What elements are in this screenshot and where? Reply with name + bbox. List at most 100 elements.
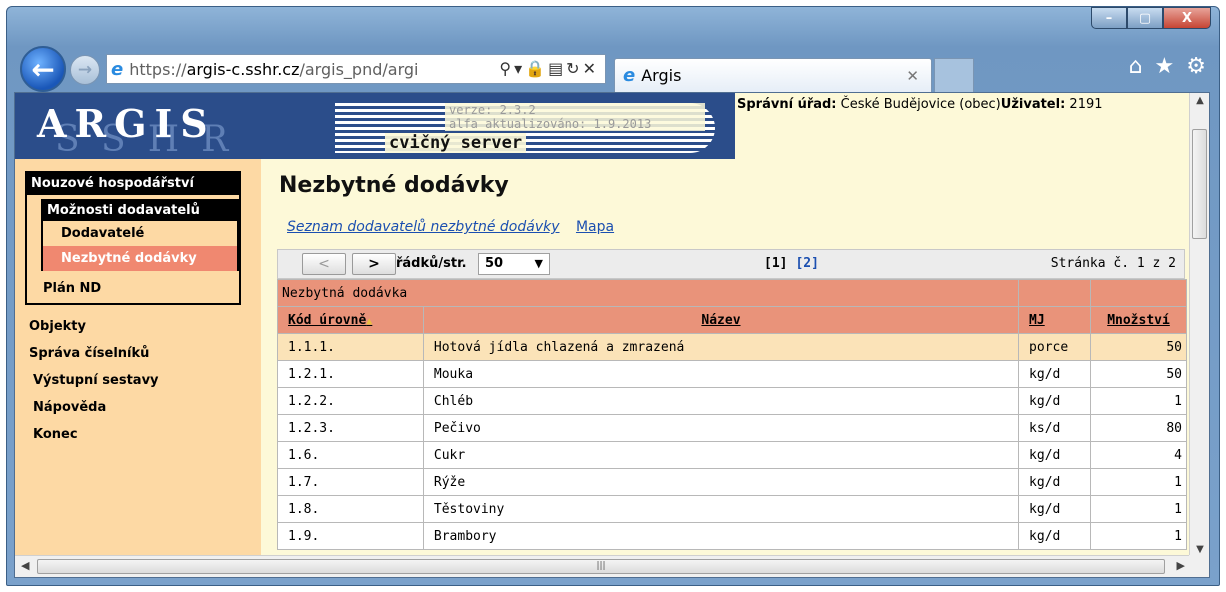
browser-tab[interactable]: e Argis ✕	[614, 58, 932, 92]
vertical-scrollbar[interactable]: ▲ ▼	[1189, 93, 1209, 557]
table-row[interactable]: 1.6. Cukr kg/d 4	[277, 441, 1187, 469]
menu-section-title[interactable]: Nouzové hospodářství	[27, 173, 239, 195]
horizontal-scrollbar[interactable]: ◀ ||| ▶	[15, 555, 1191, 577]
menu-item-napoveda[interactable]: Nápověda	[29, 400, 159, 427]
rows-per-page-value: 50	[485, 256, 504, 271]
new-tab-button[interactable]	[934, 58, 974, 92]
col-header-kod[interactable]: Kód úrovně▲	[277, 306, 424, 334]
ie-logo-icon: e	[111, 58, 124, 80]
current-page: [1]	[764, 256, 788, 271]
pager-bar: < > řádků/str. 50 ▼ [1] [2] Stránka č. 1 …	[277, 249, 1185, 279]
address-bar[interactable]: e https://argis-c.sshr.cz/argis_pnd/argi…	[106, 54, 606, 84]
scroll-left-icon[interactable]: ◀	[21, 559, 29, 572]
tab-title: Argis	[641, 66, 682, 85]
col-header-nazev[interactable]: Název	[422, 306, 1020, 334]
supplier-list-link[interactable]: Seznam dodavatelů nezbytné dodávky	[287, 219, 560, 235]
forward-button[interactable]: →	[70, 55, 100, 85]
col-header-mj[interactable]: MJ	[1018, 306, 1092, 334]
menu-item-nezbytne-dodavky[interactable]: Nezbytné dodávky	[43, 246, 237, 271]
menu-item-plan-nd[interactable]: Plán ND	[43, 281, 101, 296]
table-row[interactable]: 1.2.3. Pečivo ks/d 80	[277, 414, 1187, 442]
cell-kod: 1.2.1.	[277, 360, 424, 388]
version-info: verze: 2.3.2 alfa aktualizováno: 1.9.201…	[445, 103, 705, 131]
cell-mnozstvi: 80	[1090, 414, 1187, 442]
group-header-spacer	[1090, 279, 1187, 307]
close-window-button[interactable]: X	[1163, 7, 1211, 29]
user-label: Uživatel:	[1000, 97, 1066, 112]
browser-nav-row: ← → e https://argis-c.sshr.cz/argis_pnd/…	[14, 44, 1210, 92]
window-controls: – ▢ X	[1091, 7, 1211, 29]
next-page-button[interactable]: >	[352, 253, 396, 275]
cell-mj: kg/d	[1018, 387, 1092, 415]
table-row[interactable]: 1.2.2. Chléb kg/d 1	[277, 387, 1187, 415]
cell-mnozstvi: 50	[1090, 333, 1187, 361]
horizontal-scroll-thumb[interactable]: |||	[37, 559, 1165, 574]
cell-mj: kg/d	[1018, 441, 1092, 469]
menu-item-dodavatele[interactable]: Dodavatelé	[43, 221, 237, 246]
dropdown-caret-icon: ▼	[534, 257, 543, 270]
left-menu: Nouzové hospodářství Možnosti dodavatelů…	[15, 159, 261, 557]
page-numbers: [1] [2]	[764, 256, 819, 271]
rows-per-page-label: řádků/str.	[396, 256, 467, 271]
menu-item-vystupni-sestavy[interactable]: Výstupní sestavy	[29, 373, 159, 400]
office-label: Správní úřad:	[737, 97, 837, 112]
col-header-mnozstvi[interactable]: Množství	[1090, 306, 1187, 334]
vertical-scroll-thumb[interactable]	[1192, 129, 1207, 239]
cell-kod: 1.1.1.	[277, 333, 424, 361]
cell-kod: 1.6.	[277, 441, 424, 469]
toolbar-icons: ⌂ ★ ⚙	[1129, 54, 1206, 79]
table-row[interactable]: 1.1.1. Hotová jídla chlazená a zmrazená …	[277, 333, 1187, 361]
maximize-button[interactable]: ▢	[1127, 7, 1163, 29]
table-row[interactable]: 1.9. Brambory kg/d 1	[277, 522, 1187, 550]
forward-arrow-icon: →	[77, 60, 93, 80]
cell-mj: kg/d	[1018, 468, 1092, 496]
page-2-link[interactable]: [2]	[795, 256, 818, 271]
scroll-right-icon[interactable]: ▶	[1177, 559, 1185, 572]
app-header-banner: SSHR ARGIS verze: 2.3.2 alfa aktualizová…	[15, 93, 735, 160]
group-header-spacer	[1018, 279, 1092, 307]
cell-nazev: Těstoviny	[422, 495, 1020, 523]
menu-item-sprava-ciselniku[interactable]: Správa číselníků	[29, 346, 159, 373]
scroll-down-icon[interactable]: ▼	[1190, 544, 1209, 555]
scroll-corner	[1189, 555, 1209, 577]
settings-gear-icon[interactable]: ⚙	[1186, 54, 1206, 79]
table-row[interactable]: 1.2.1. Mouka kg/d 50	[277, 360, 1187, 388]
user-value: 2191	[1069, 97, 1103, 112]
cell-mnozstvi: 1	[1090, 468, 1187, 496]
favorites-star-icon[interactable]: ★	[1155, 54, 1175, 79]
table-row[interactable]: 1.8. Těstoviny kg/d 1	[277, 495, 1187, 523]
back-button[interactable]: ←	[20, 46, 66, 92]
menu-item-objekty[interactable]: Objekty	[29, 319, 159, 346]
page-title: Nezbytné dodávky	[279, 173, 509, 198]
map-link[interactable]: Mapa	[576, 219, 614, 235]
cell-nazev: Rýže	[422, 468, 1020, 496]
updated-text: alfa aktualizováno: 1.9.2013	[449, 117, 652, 131]
submenu-title[interactable]: Možnosti dodavatelů	[43, 201, 237, 221]
minimize-button[interactable]: –	[1091, 7, 1127, 29]
cell-kod: 1.9.	[277, 522, 424, 550]
app-logo: ARGIS	[37, 101, 216, 146]
prev-page-button[interactable]: <	[302, 253, 346, 275]
cell-nazev: Hotová jídla chlazená a zmrazená	[422, 333, 1020, 361]
menu-top-items: Objekty Správa číselníků Výstupní sestav…	[29, 319, 159, 454]
cell-mj: kg/d	[1018, 522, 1092, 550]
menu-item-konec[interactable]: Konec	[29, 427, 159, 454]
cell-nazev: Brambory	[422, 522, 1020, 550]
cell-mnozstvi: 50	[1090, 360, 1187, 388]
address-bar-icons[interactable]: ⚲▾🔒▤↻✕	[499, 59, 599, 78]
supplies-table: Nezbytná dodávka Kód úrovně▲ Název MJ Mn…	[276, 279, 1187, 550]
home-icon[interactable]: ⌂	[1129, 54, 1143, 79]
cell-nazev: Pečivo	[422, 414, 1020, 442]
tab-close-icon[interactable]: ✕	[906, 67, 919, 85]
tab-ie-icon: e	[623, 65, 636, 86]
version-text: verze: 2.3.2	[449, 103, 536, 117]
cell-mnozstvi: 1	[1090, 522, 1187, 550]
table-row[interactable]: 1.7. Rýže kg/d 1	[277, 468, 1187, 496]
cell-mj: porce	[1018, 333, 1092, 361]
cell-mnozstvi: 1	[1090, 495, 1187, 523]
cell-kod: 1.7.	[277, 468, 424, 496]
cell-mj: ks/d	[1018, 414, 1092, 442]
page-viewport: SSHR ARGIS verze: 2.3.2 alfa aktualizová…	[14, 92, 1210, 578]
scroll-up-icon[interactable]: ▲	[1190, 95, 1209, 106]
rows-per-page-select[interactable]: 50 ▼	[478, 253, 550, 275]
